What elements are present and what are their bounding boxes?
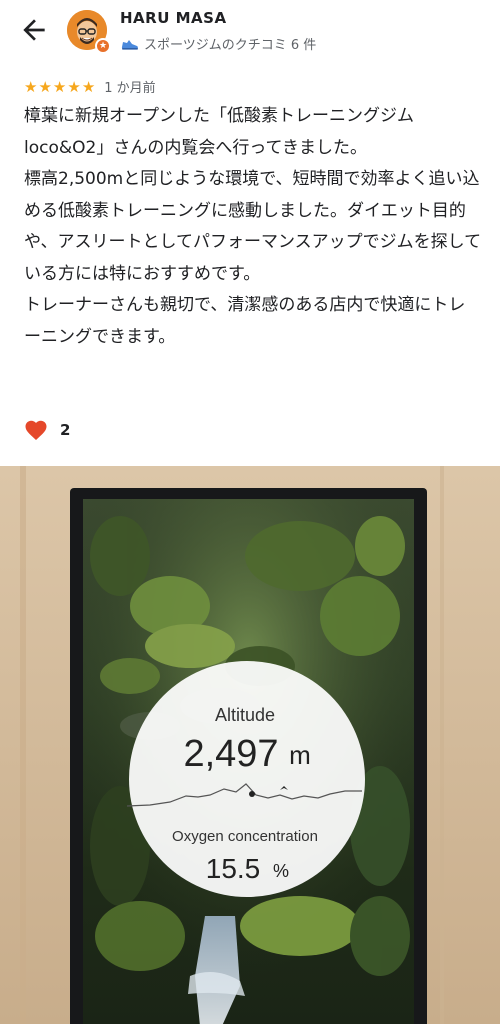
review-body: 樟葉に新規オープンした「低酸素トレーニングジム loco&O2」さんの内覧会へ行…: [24, 101, 482, 353]
review-header: ★ HARU MASA スポーツジムのクチコミ 6 件: [0, 0, 500, 70]
arrow-back-icon: [23, 19, 45, 41]
star-rating: ★ ★ ★ ★ ★: [24, 79, 95, 95]
review-rating: ★ ★ ★ ★ ★ 1 か月前: [24, 77, 156, 97]
heart-icon[interactable]: [24, 419, 48, 441]
oxygen-value: 15.5: [206, 853, 261, 884]
star-icon: ★: [81, 77, 96, 96]
review-paragraph: 樟葉に新規オープンした「低酸素トレーニングジム loco&O2」さんの内覧会へ行…: [24, 106, 414, 158]
star-icon: ★: [38, 77, 52, 96]
local-guide-badge-icon: ★: [95, 38, 111, 54]
user-review-count: スポーツジムのクチコミ 6 件: [121, 34, 316, 53]
user-name[interactable]: HARU MASA: [120, 9, 227, 27]
star-icon: ★: [67, 77, 81, 96]
review-paragraph: 標高2,500mと同じような環境で、短時間で効率よく追い込める低酸素トレーニング…: [24, 169, 482, 284]
review-paragraph: トレーナーさんも親切で、清潔感のある店内で快適にトレーニングできます。: [24, 295, 466, 347]
review-time: 1 か月前: [104, 81, 156, 96]
review-photo[interactable]: Altitude 2,497 m Oxygen concentration 15…: [0, 466, 500, 1024]
altitude-unit: m: [289, 740, 311, 770]
altitude-label: Altitude: [215, 705, 275, 725]
sneaker-icon: [121, 39, 138, 50]
like-count: 2: [60, 421, 71, 439]
photo-gym-display: Altitude 2,497 m Oxygen concentration 15…: [0, 466, 500, 1024]
back-button[interactable]: [18, 14, 50, 46]
like-row[interactable]: 2: [24, 419, 70, 441]
oxygen-label: Oxygen concentration: [172, 828, 318, 845]
star-icon: ★: [52, 77, 67, 96]
avatar[interactable]: ★: [67, 10, 111, 54]
oxygen-unit: %: [273, 861, 289, 881]
user-subtitle-text: スポーツジムのクチコミ 6 件: [144, 38, 317, 53]
star-icon: ★: [24, 77, 38, 96]
altitude-value: 2,497: [183, 733, 278, 775]
